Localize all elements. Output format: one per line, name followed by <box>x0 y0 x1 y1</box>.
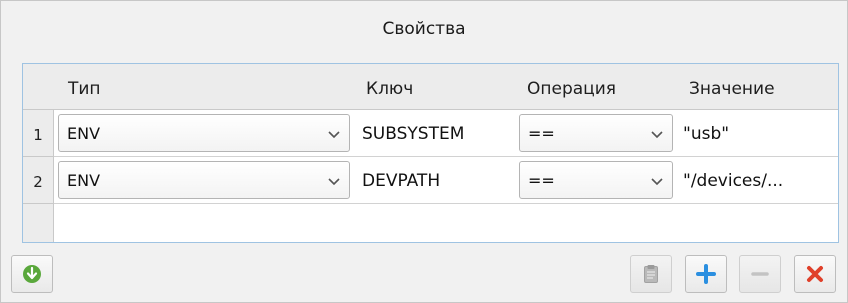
chevron-down-icon <box>651 178 663 186</box>
red-x-icon <box>807 266 823 282</box>
minus-icon <box>751 272 769 276</box>
operation-combobox-value: == <box>528 171 555 190</box>
type-combobox[interactable]: ENV <box>58 114 350 152</box>
type-combobox-value: ENV <box>67 171 101 190</box>
green-down-arrow-icon <box>23 265 41 283</box>
table-cell-operation: == <box>515 110 678 157</box>
import-button[interactable] <box>11 255 53 293</box>
remove-row-button[interactable] <box>739 255 781 293</box>
table-cell-type: ENV <box>54 157 355 204</box>
type-combobox[interactable]: ENV <box>58 161 350 199</box>
table-cell-type: ENV <box>54 110 355 157</box>
operation-combobox[interactable]: == <box>519 161 673 199</box>
panel-title: Свойства <box>382 19 466 39</box>
properties-table: Тип Ключ Операция Значение 1 ENV SUBSYST… <box>22 63 839 243</box>
table-cell-value[interactable]: "usb" <box>677 110 838 157</box>
table-cell-key[interactable]: DEVPATH <box>354 157 516 204</box>
type-combobox-value: ENV <box>67 124 101 143</box>
table-cell-key[interactable]: SUBSYSTEM <box>354 110 516 157</box>
column-header-key[interactable]: Ключ <box>354 64 516 110</box>
table-cell-operation: == <box>515 157 678 204</box>
value-text: "/devices/... <box>683 171 784 191</box>
column-header-value[interactable]: Значение <box>677 64 838 110</box>
paste-button[interactable] <box>630 255 672 293</box>
add-row-button[interactable] <box>685 255 727 293</box>
table-cell-value[interactable]: "/devices/... <box>677 157 838 204</box>
delete-button[interactable] <box>794 255 836 293</box>
row-number[interactable]: 1 <box>23 110 54 157</box>
chevron-down-icon <box>651 131 663 139</box>
key-value: SUBSYSTEM <box>362 124 465 144</box>
row-number[interactable]: 2 <box>23 157 54 204</box>
operation-combobox-value: == <box>528 124 555 143</box>
column-header-operation[interactable]: Операция <box>515 64 678 110</box>
plus-icon <box>696 264 716 284</box>
empty-row <box>54 204 838 242</box>
clipboard-icon <box>644 265 658 283</box>
chevron-down-icon <box>328 131 340 139</box>
operation-combobox[interactable]: == <box>519 114 673 152</box>
properties-panel: Свойства Тип Ключ Операция Значение 1 EN… <box>0 0 848 303</box>
key-value: DEVPATH <box>362 171 441 191</box>
empty-row-header <box>23 204 54 242</box>
chevron-down-icon <box>328 178 340 186</box>
value-text: "usb" <box>683 124 730 144</box>
column-header-type[interactable]: Тип <box>54 64 355 110</box>
corner-header <box>23 64 55 110</box>
